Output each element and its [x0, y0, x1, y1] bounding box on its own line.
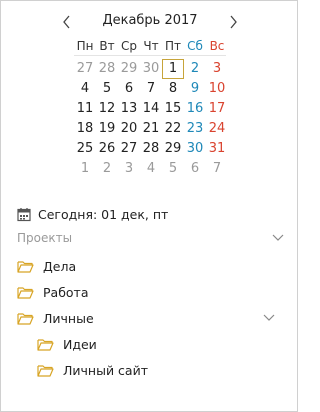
calendar-day[interactable]: 22 [162, 119, 184, 139]
sidebar-item-idei[interactable]: Идеи [37, 334, 97, 354]
sidebar-item-label: Идеи [63, 336, 97, 352]
calendar-day[interactable]: 17 [206, 99, 228, 119]
chevron-right-icon [230, 15, 237, 29]
calendar-day[interactable]: 5 [162, 159, 184, 179]
weekday-header: Вс [209, 39, 225, 53]
calendar-day[interactable]: 4 [74, 79, 96, 99]
calendar-day[interactable]: 30 [140, 59, 162, 79]
weekday-header: Ср [121, 39, 137, 53]
folder-icon [17, 260, 34, 273]
calendar-panel: Декабрь 2017 Пн Вт Ср Чт Пт Сб Вс 27 28 29 30 1 2 3 4 5… [0, 0, 298, 412]
chevron-down-icon[interactable] [262, 313, 276, 323]
weekday-header: Вт [99, 39, 115, 53]
today-button[interactable]: Сегодня: 01 дек, пт [17, 204, 168, 224]
calendar-day[interactable]: 11 [74, 99, 96, 119]
chevron-left-icon [63, 15, 70, 29]
calendar-day[interactable]: 24 [206, 119, 228, 139]
calendar-day[interactable]: 6 [118, 79, 140, 99]
calendar-day[interactable]: 8 [162, 79, 184, 99]
calendar-day[interactable]: 9 [184, 79, 206, 99]
calendar-day[interactable]: 3 [206, 59, 228, 79]
sidebar-item-label: Личные [43, 310, 94, 326]
calendar-day[interactable]: 4 [140, 159, 162, 179]
folder-icon [17, 286, 34, 299]
folder-open-icon [17, 312, 34, 325]
sidebar-item-dela[interactable]: Дела [17, 256, 76, 276]
calendar-day[interactable]: 7 [206, 159, 228, 179]
calendar-day[interactable]: 31 [206, 139, 228, 159]
weekday-header: Сб [187, 39, 203, 53]
calendar-day[interactable]: 12 [96, 99, 118, 119]
sidebar-item-label: Работа [43, 284, 89, 300]
weekday-header: Пт [164, 39, 181, 53]
calendar-day[interactable]: 7 [140, 79, 162, 99]
calendar-icon [17, 207, 31, 221]
calendar-day[interactable]: 10 [206, 79, 228, 99]
weekday-header: Чт [143, 39, 159, 53]
calendar-day[interactable]: 28 [96, 59, 118, 79]
calendar-day[interactable]: 30 [184, 139, 206, 159]
calendar-day[interactable]: 14 [140, 99, 162, 119]
calendar-header: Декабрь 2017 [1, 11, 299, 33]
next-month-button[interactable] [223, 11, 243, 33]
calendar-day[interactable]: 2 [96, 159, 118, 179]
calendar-day[interactable]: 21 [140, 119, 162, 139]
sidebar-item-lichnye[interactable]: Личные [17, 308, 285, 328]
calendar-day[interactable]: 26 [96, 139, 118, 159]
calendar-day[interactable]: 2 [184, 59, 206, 79]
calendar-day[interactable]: 20 [118, 119, 140, 139]
weekday-divider [74, 55, 226, 56]
sidebar-item-label: Личный сайт [63, 362, 148, 378]
calendar-day[interactable]: 19 [96, 119, 118, 139]
sidebar-item-label: Дела [43, 258, 77, 274]
calendar-day[interactable]: 13 [118, 99, 140, 119]
sidebar-item-lichnyi-sait[interactable]: Личный сайт [37, 360, 148, 380]
sidebar-item-rabota[interactable]: Работа [17, 282, 89, 302]
calendar-day[interactable]: 29 [118, 59, 140, 79]
projects-section-title: Проекты [17, 231, 73, 245]
prev-month-button[interactable] [57, 11, 77, 33]
folder-icon [37, 338, 54, 351]
weekday-header: Пн [76, 39, 94, 53]
folder-icon [37, 364, 54, 377]
calendar-day[interactable]: 29 [162, 139, 184, 159]
calendar-day[interactable]: 15 [162, 99, 184, 119]
month-title: Декабрь 2017 [102, 13, 198, 28]
calendar-day[interactable]: 18 [74, 119, 96, 139]
calendar-day[interactable]: 23 [184, 119, 206, 139]
chevron-down-icon [272, 234, 284, 241]
calendar-day[interactable]: 25 [74, 139, 96, 159]
today-label: Сегодня: 01 дек, пт [38, 206, 169, 222]
calendar-day[interactable]: 16 [184, 99, 206, 119]
calendar-day[interactable]: 6 [184, 159, 206, 179]
calendar-day[interactable]: 27 [118, 139, 140, 159]
projects-section-header[interactable]: Проекты [17, 231, 285, 249]
calendar-day[interactable]: 28 [140, 139, 162, 159]
calendar-day[interactable]: 1 [74, 159, 96, 179]
calendar-day[interactable]: 1 [162, 59, 184, 79]
calendar-day[interactable]: 5 [96, 79, 118, 99]
calendar-day[interactable]: 27 [74, 59, 96, 79]
calendar-day[interactable]: 3 [118, 159, 140, 179]
